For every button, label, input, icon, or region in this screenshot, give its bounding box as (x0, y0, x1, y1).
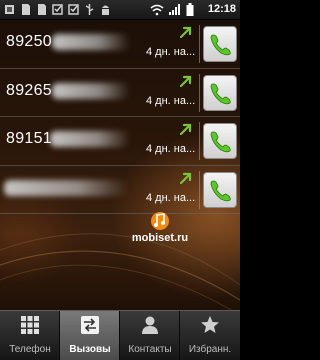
number-redaction (50, 131, 130, 147)
outgoing-call-icon (180, 75, 192, 87)
tab-label: Избранн. (188, 344, 232, 355)
usb-icon[interactable] (84, 3, 95, 16)
phone-handset-icon (210, 34, 231, 56)
outgoing-call-icon (180, 123, 192, 135)
checkbox-icon[interactable] (52, 3, 63, 16)
contacts-icon (142, 316, 158, 334)
watermark: mobiset.ru (120, 209, 200, 249)
signal-icon (168, 3, 182, 16)
number-redaction (4, 179, 128, 196)
row-divider (199, 122, 200, 160)
notification-icon[interactable] (4, 3, 15, 16)
bottom-tab-bar: Телефон Вызовы Контакты Избранн. (0, 310, 240, 360)
tab-label: Контакты (128, 344, 172, 355)
phone-handset-icon (210, 131, 231, 153)
call-log-row[interactable]: 89250 4 дн. на... (0, 20, 240, 69)
tab-label: Телефон (9, 344, 51, 355)
status-bar: 12:18 (0, 0, 240, 20)
battery-icon (186, 3, 194, 16)
phone-handset-icon (210, 180, 231, 201)
sd-card-icon[interactable] (20, 3, 31, 16)
call-log-list: 89250 4 дн. на... 89265 4 дн. на... 8915… (0, 20, 240, 214)
number-redaction (52, 34, 130, 50)
clock: 12:18 (207, 3, 236, 15)
outgoing-call-icon (180, 26, 192, 38)
tab-favorites[interactable]: Избранн. (180, 311, 240, 360)
call-log-row[interactable]: 4 дн. на... (0, 166, 240, 214)
call-button[interactable] (203, 26, 237, 62)
tab-calls[interactable]: Вызовы (60, 311, 120, 360)
call-time: 4 дн. на... (146, 143, 196, 155)
call-log-row[interactable]: 89265 4 дн. на... (0, 69, 240, 117)
phone-number: 89151 (6, 130, 52, 147)
call-log-row[interactable]: 89151 4 дн. на... (0, 117, 240, 166)
call-time: 4 дн. на... (146, 94, 196, 107)
phone-handset-icon (210, 83, 231, 104)
tab-phone[interactable]: Телефон (0, 311, 60, 360)
row-divider (199, 73, 200, 112)
call-time: 4 дн. на... (146, 46, 196, 58)
call-button[interactable] (203, 123, 237, 159)
watermark-text: mobiset.ru (131, 232, 189, 244)
phone-number: 89265 (6, 81, 52, 99)
call-log-icon (81, 316, 99, 334)
wifi-icon (150, 3, 164, 16)
music-note-logo-icon (151, 212, 169, 230)
dialpad-icon (21, 316, 39, 334)
number-redaction (52, 82, 130, 99)
call-button[interactable] (203, 74, 237, 111)
sd-card-icon[interactable] (36, 3, 47, 16)
call-time: 4 дн. на... (146, 191, 196, 204)
star-icon (201, 316, 219, 333)
outgoing-call-icon (180, 172, 192, 184)
call-button[interactable] (203, 171, 237, 208)
android-debug-icon[interactable] (100, 3, 111, 16)
tab-label: Вызовы (69, 344, 111, 355)
checkbox-icon[interactable] (68, 3, 79, 16)
row-divider (199, 25, 200, 63)
phone-number: 89250 (6, 33, 52, 50)
tab-contacts[interactable]: Контакты (120, 311, 180, 360)
row-divider (199, 170, 200, 209)
